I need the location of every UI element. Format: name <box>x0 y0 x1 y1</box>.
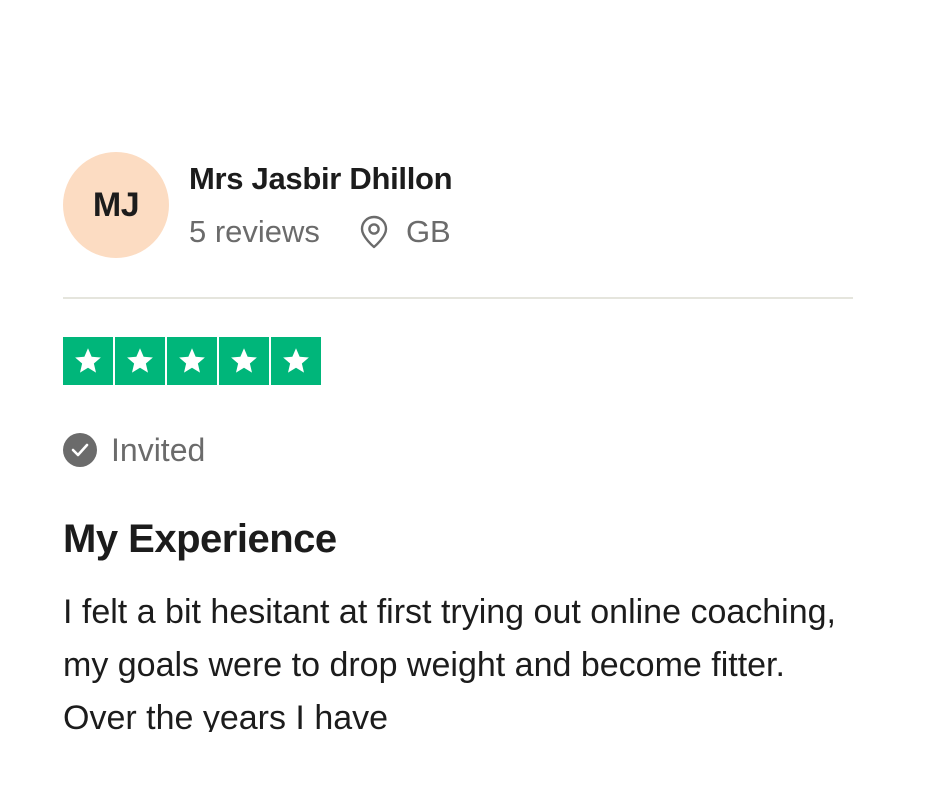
review-title[interactable]: My Experience <box>63 514 337 564</box>
star-icon <box>179 348 205 373</box>
divider <box>63 297 853 299</box>
location-pin-icon <box>358 215 390 249</box>
star-box <box>115 337 165 385</box>
reviews-count: 5 reviews <box>189 214 320 249</box>
star-icon <box>127 348 153 373</box>
check-circle-icon <box>63 433 97 467</box>
star-icon <box>75 348 101 373</box>
star-rating <box>63 337 321 385</box>
reviewer-meta: 5 reviews GB <box>189 211 451 253</box>
avatar[interactable]: MJ <box>63 152 169 258</box>
star-box <box>63 337 113 385</box>
review-card: MJ Mrs Jasbir Dhillon 5 reviews GB Invit… <box>0 0 940 788</box>
star-icon <box>231 348 257 373</box>
invited-label: Invited <box>111 431 206 468</box>
reviewer-name[interactable]: Mrs Jasbir Dhillon <box>189 159 453 199</box>
star-box <box>219 337 269 385</box>
avatar-initials: MJ <box>92 185 140 224</box>
star-box <box>271 337 321 385</box>
reviewer-country: GB <box>405 214 451 249</box>
invited-badge[interactable]: Invited <box>63 430 205 470</box>
star-box <box>167 337 217 385</box>
review-body: I felt a bit hesitant at first trying ou… <box>63 593 836 732</box>
star-icon <box>283 348 309 373</box>
